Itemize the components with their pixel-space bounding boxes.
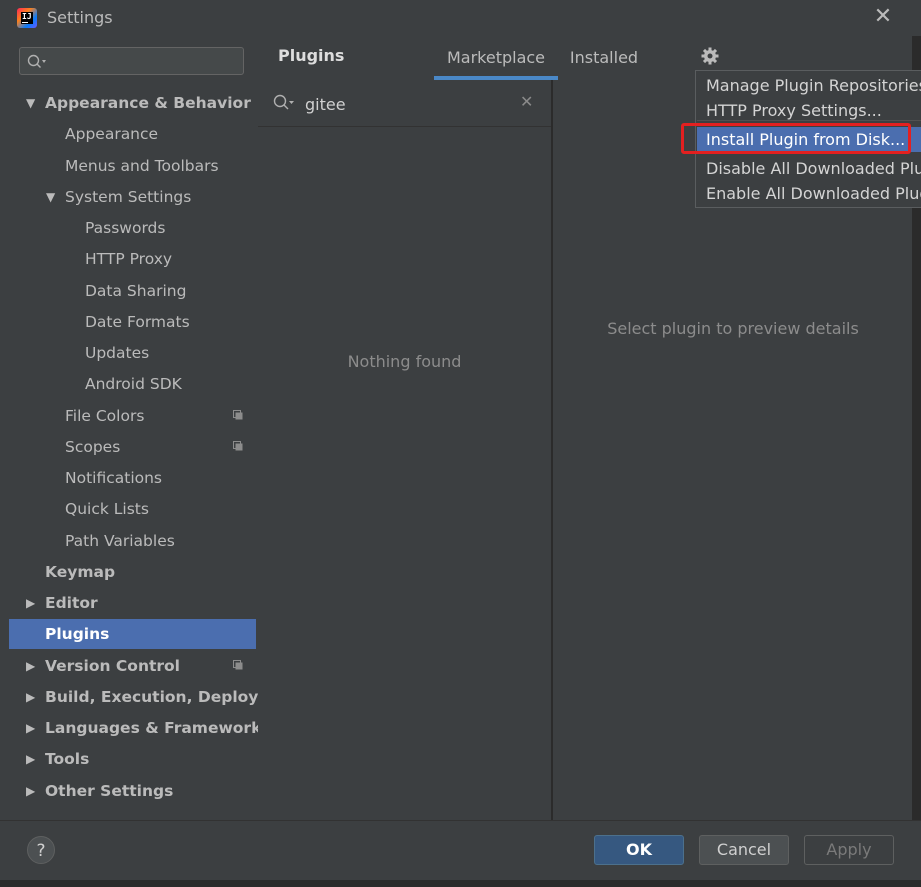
sidebar-item-label: Appearance & Behavior [45, 94, 251, 112]
menu-item-disable-downloaded[interactable]: Disable All Downloaded Plugins [697, 156, 921, 181]
search-icon [273, 94, 294, 110]
project-scope-icon [233, 410, 243, 420]
sidebar-item-label: Plugins [45, 625, 110, 643]
chevron-down-icon[interactable]: ▼ [26, 88, 35, 118]
sidebar-item-label: Version Control [45, 657, 180, 675]
help-icon[interactable]: ? [27, 836, 55, 864]
chevron-right-icon[interactable]: ▶ [26, 744, 35, 774]
chevron-right-icon[interactable]: ▶ [26, 713, 35, 743]
sidebar-item-label: Android SDK [85, 375, 182, 393]
chevron-right-icon[interactable]: ▶ [26, 776, 35, 806]
detail-placeholder-text: Select plugin to preview details [607, 319, 859, 338]
sidebar-item[interactable]: Path Variables [9, 526, 256, 556]
sidebar-item-label: System Settings [65, 188, 192, 206]
sidebar-item[interactable]: Plugins [9, 619, 256, 649]
chevron-right-icon[interactable]: ▶ [26, 588, 35, 618]
sidebar-item[interactable]: ▶ Other Settings [9, 776, 256, 806]
close-window-button[interactable]: ✕ [872, 6, 894, 28]
window-title: Settings [47, 8, 113, 27]
sidebar-item[interactable]: Android SDK [9, 369, 256, 399]
sidebar-item[interactable]: Quick Lists [9, 494, 256, 524]
sidebar-item-label: Path Variables [65, 532, 175, 550]
tab-marketplace[interactable]: Marketplace [434, 36, 558, 80]
status-strip [0, 880, 921, 887]
plugin-search-field[interactable]: ✕ [258, 80, 551, 127]
sidebar-item[interactable]: Appearance [9, 119, 256, 149]
project-scope-icon [233, 660, 243, 670]
sidebar-item[interactable]: Passwords [9, 213, 256, 243]
sidebar-item-label: Notifications [65, 469, 163, 487]
sidebar-item-label: Passwords [85, 219, 166, 237]
sidebar-item[interactable]: Menus and Toolbars [9, 151, 256, 181]
settings-search-field[interactable] [19, 47, 244, 75]
sidebar-item-label: Quick Lists [65, 500, 149, 518]
sidebar-item-label: Build, Execution, Deploym [45, 688, 275, 706]
sidebar-item-label: Updates [85, 344, 150, 362]
tab-label: Marketplace [446, 48, 546, 67]
search-icon [27, 54, 46, 68]
sidebar-item-label: Date Formats [85, 313, 190, 331]
sidebar-item-label: Tools [45, 750, 90, 768]
sidebar-item[interactable]: ▶ Tools [9, 744, 256, 774]
ok-button[interactable]: OK [594, 835, 684, 865]
sidebar-item[interactable]: ▼ System Settings [9, 182, 256, 212]
sidebar-item-label: File Colors [65, 407, 145, 425]
empty-results-text: Nothing found [347, 352, 462, 371]
sidebar-item-label: Other Settings [45, 782, 174, 800]
sidebar-item[interactable]: ▶ Version Control [9, 651, 256, 681]
settings-search-input[interactable] [48, 50, 242, 74]
annotation-highlight-box [681, 123, 911, 154]
menu-item-manage-repositories[interactable]: Manage Plugin Repositories... [697, 73, 921, 98]
sidebar-item-label: Editor [45, 594, 98, 612]
apply-button[interactable]: Apply [804, 835, 894, 865]
sidebar-item-label: Scopes [65, 438, 121, 456]
sidebar-item[interactable]: Scopes [9, 432, 256, 462]
sidebar-item[interactable]: ▶ Editor [9, 588, 256, 618]
sidebar-item[interactable]: Data Sharing [9, 276, 256, 306]
sidebar-item[interactable]: HTTP Proxy [9, 244, 256, 274]
chevron-right-icon[interactable]: ▶ [26, 682, 35, 712]
menu-item-enable-downloaded[interactable]: Enable All Downloaded Plugins [697, 181, 921, 206]
page-title: Plugins [278, 46, 345, 65]
project-scope-icon [233, 441, 243, 451]
chevron-right-icon[interactable]: ▶ [26, 651, 35, 681]
sidebar-item[interactable]: ▼ Appearance & Behavior [9, 88, 256, 118]
cancel-button[interactable]: Cancel [699, 835, 789, 865]
sidebar-item[interactable]: Updates [9, 338, 256, 368]
plugin-search-input[interactable] [303, 92, 507, 116]
chevron-down-icon[interactable]: ▼ [46, 182, 55, 212]
sidebar-item-label: Data Sharing [85, 282, 187, 300]
sidebar-item-label: HTTP Proxy [85, 250, 173, 268]
sidebar-item[interactable]: ▶ Languages & Frameworks [9, 713, 271, 743]
plugin-list-pane [258, 80, 553, 820]
sidebar-item[interactable]: Keymap [9, 557, 256, 587]
tab-label: Installed [569, 48, 639, 67]
sidebar-item[interactable]: File Colors [9, 401, 256, 431]
sidebar-item-label: Keymap [45, 563, 116, 581]
close-icon[interactable]: ✕ [520, 92, 533, 111]
sidebar-item-label: Languages & Frameworks [45, 719, 271, 737]
jetbrains-logo-icon: IJ [17, 8, 37, 28]
sidebar-item[interactable]: ▶ Build, Execution, Deploym [9, 682, 275, 712]
gear-icon[interactable] [700, 46, 720, 66]
sidebar-item-label: Appearance [65, 125, 159, 143]
title-bar [0, 0, 921, 36]
sidebar-item-label: Menus and Toolbars [65, 157, 219, 175]
menu-separator [697, 120, 921, 121]
tab-installed[interactable]: Installed [562, 36, 646, 80]
sidebar-item[interactable]: Date Formats [9, 307, 256, 337]
sidebar-item[interactable]: Notifications [9, 463, 256, 493]
